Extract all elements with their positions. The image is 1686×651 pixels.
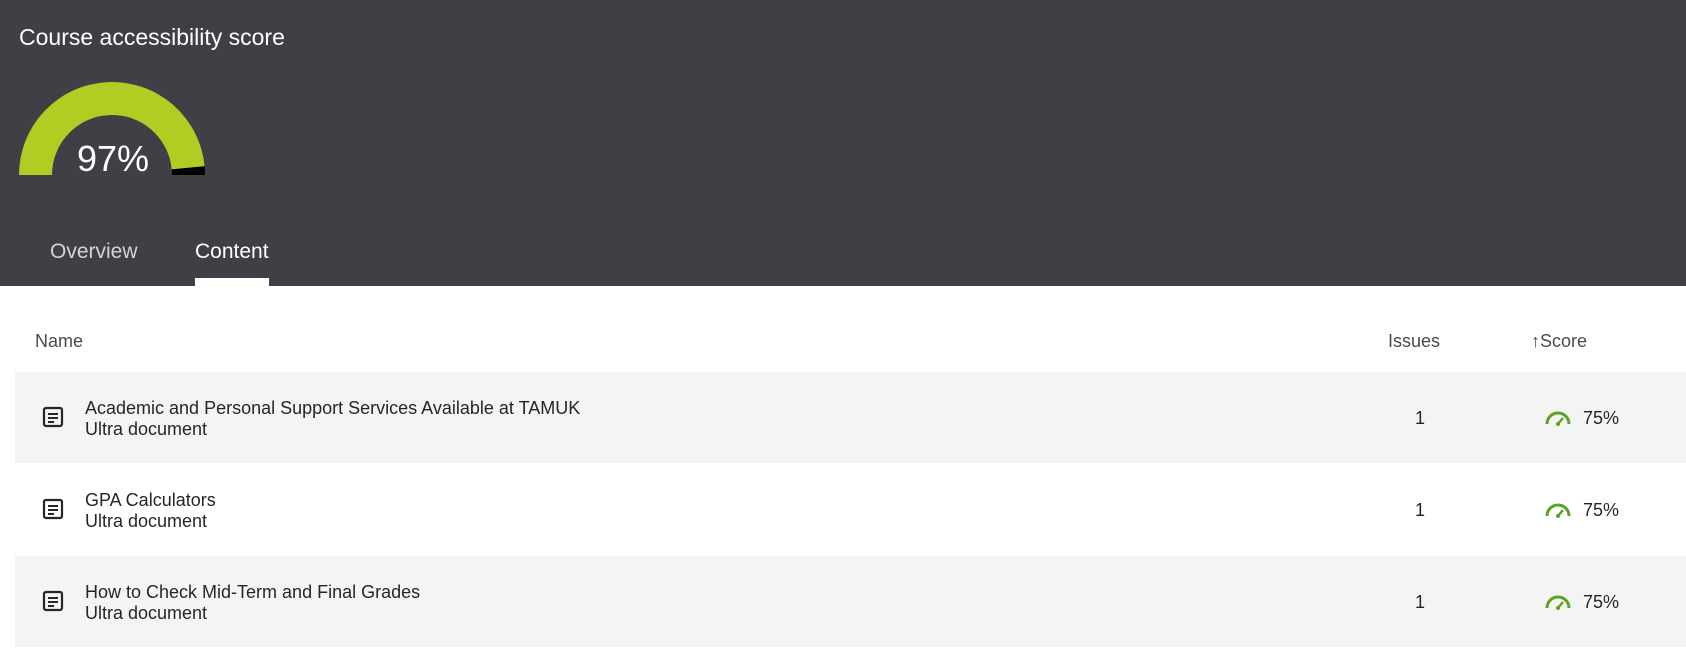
content-item-type: Ultra document [85,419,208,439]
arrow-up-icon: ↑ [1531,331,1540,351]
tab-overview[interactable]: Overview [50,240,138,264]
active-tab-indicator [195,278,269,286]
table-row[interactable]: How to Check Mid-Term and Final Grades U… [15,556,1686,647]
score-header: Course accessibility score 97% Overview … [0,0,1686,286]
issues-count: 1 [1414,592,1425,612]
gauge-value: 97% [76,138,150,179]
issues-count: 1 [1414,500,1425,520]
table-row[interactable]: GPA Calculators Ultra document 1 75% [15,464,1686,555]
speedometer-icon [1545,503,1571,518]
issues-count: 1 [1414,408,1425,428]
speedometer-icon [1545,411,1571,426]
score-value: 75% [1583,500,1620,520]
column-header-score-label: Score [1540,331,1588,351]
content-item-name[interactable]: GPA Calculators [85,490,216,511]
content-item-type: Ultra document [85,511,208,531]
document-icon [42,406,64,428]
document-icon [42,498,64,520]
page-title: Course accessibility score [19,24,285,50]
score-value: 75% [1583,592,1620,612]
column-header-issues[interactable]: Issues [1388,331,1440,352]
speedometer-icon [1545,595,1571,610]
content-item-type: Ultra document [85,603,208,623]
tab-content[interactable]: Content [195,240,269,264]
table-row[interactable]: Academic and Personal Support Services A… [15,372,1686,463]
column-header-name[interactable]: Name [35,331,83,352]
column-header-score[interactable]: ↑Score [1531,331,1587,352]
content-item-name[interactable]: How to Check Mid-Term and Final Grades [85,582,420,603]
document-icon [42,590,64,612]
content-item-name[interactable]: Academic and Personal Support Services A… [85,398,580,419]
score-value: 75% [1583,408,1620,428]
